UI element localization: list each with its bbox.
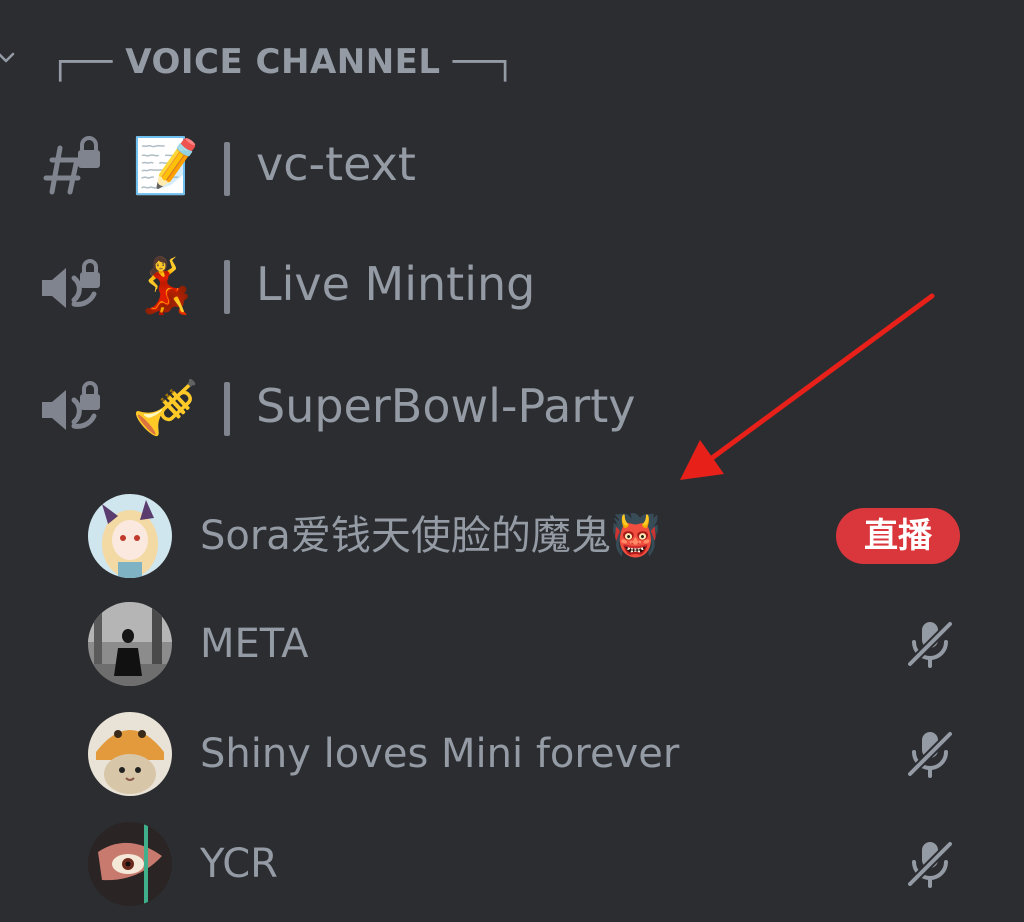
category-voice-channel[interactable]: ┌── VOICE CHANNEL ──┐ [0,38,1024,94]
muted-mic-icon [907,841,953,888]
channel-emoji: 📝 [132,134,200,197]
muted-mic-icon [907,621,953,668]
channel-separator [224,260,230,314]
muted-mic-icon [907,731,953,778]
voice-user-shiny[interactable]: Shiny loves Mini forever [0,710,1024,806]
locked-speaker-icon [42,381,100,430]
avatar [88,602,172,686]
voice-user-meta[interactable]: META [0,600,1024,696]
username: Sora爱钱天使脸的魔鬼👹 [200,513,661,559]
channel-separator [224,382,230,436]
channel-name: Live Minting [256,257,536,311]
channel-separator [224,142,230,196]
username: YCR [200,841,278,887]
channel-vc-text[interactable]: 📝 vc-text [0,116,1024,216]
live-badge: 直播 [836,508,960,564]
avatar [88,712,172,796]
channel-name: SuperBowl-Party [256,379,636,433]
locked-speaker-icon [42,259,100,308]
chevron-down-icon[interactable] [0,46,18,70]
username: Shiny loves Mini forever [200,731,680,777]
avatar [88,494,172,578]
channel-emoji: 🎺 [132,376,200,439]
category-label: ┌── VOICE CHANNEL ──┐ [50,42,516,82]
channel-name: vc-text [256,137,416,191]
voice-user-ycr[interactable]: YCR [0,820,1024,916]
channel-live-minting[interactable]: 💃 Live Minting [0,236,1024,336]
channel-list: ┌── VOICE CHANNEL ──┐ 📝 vc-text 💃 Live M… [0,0,1024,922]
username: META [200,621,309,667]
locked-hash-icon [43,136,100,195]
avatar [88,822,172,906]
channel-superbowl-party[interactable]: 🎺 SuperBowl-Party [0,358,1024,458]
channel-emoji: 💃 [132,254,200,317]
